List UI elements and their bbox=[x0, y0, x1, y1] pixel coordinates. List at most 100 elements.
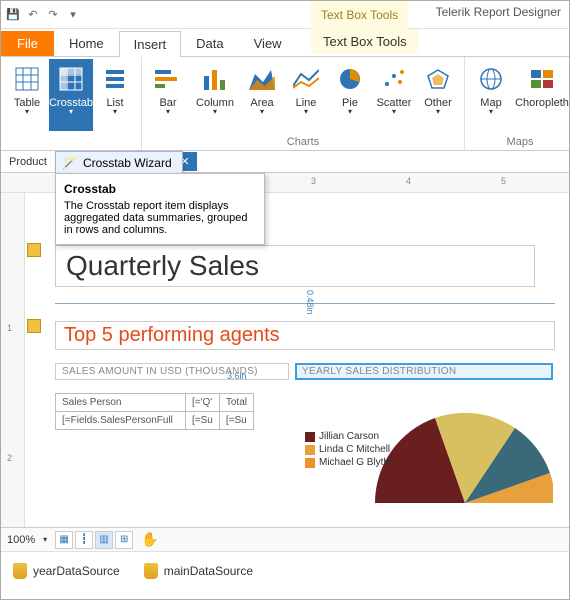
datasource-icon bbox=[144, 563, 158, 579]
map-icon bbox=[477, 65, 505, 93]
column-button[interactable]: Column▾ bbox=[190, 59, 240, 131]
legend-item: Michael G Blythe bbox=[305, 457, 395, 468]
measure-vertical: 0.48in bbox=[305, 290, 315, 315]
column-chart-icon bbox=[201, 65, 229, 93]
sales-table[interactable]: Sales Person [='Q' Total [=Fields.SalesP… bbox=[55, 393, 254, 430]
snap-lines-button[interactable]: ┇ bbox=[75, 531, 93, 549]
area-chart-icon bbox=[248, 65, 276, 93]
table-header: Total bbox=[219, 394, 253, 412]
contextual-tools-label: Text Box Tools bbox=[311, 1, 408, 29]
table-icon bbox=[13, 65, 41, 93]
tab-textbox-tools[interactable]: Text Box Tools bbox=[311, 29, 419, 54]
scatter-chart-icon bbox=[380, 65, 408, 93]
ruler-tick: 4 bbox=[406, 176, 411, 186]
table-row: [=Fields.SalesPersonFull [=Su [=Su bbox=[56, 412, 254, 430]
choropleth-label: Choropleth bbox=[515, 97, 569, 109]
tab-view[interactable]: View bbox=[239, 30, 297, 56]
pie-chart-icon bbox=[336, 65, 364, 93]
chart-legend: Jillian Carson Linda C Mitchell Michael … bbox=[305, 431, 395, 470]
table-header: Sales Person bbox=[56, 394, 186, 412]
save-icon[interactable]: 💾 bbox=[5, 7, 21, 23]
band-icon[interactable] bbox=[27, 243, 41, 257]
crosstab-icon bbox=[57, 65, 85, 93]
ruler-vertical: 1 2 bbox=[1, 193, 25, 527]
legend-item: Linda C Mitchell bbox=[305, 444, 395, 455]
list-icon bbox=[101, 65, 129, 93]
scatter-button[interactable]: Scatter▾ bbox=[372, 59, 416, 131]
ruler-tick: 3 bbox=[311, 176, 316, 186]
ribbon-tab-strip: File Home Insert Data View Text Box Tool… bbox=[1, 29, 569, 57]
legend-label: Linda C Mitchell bbox=[319, 444, 390, 455]
bar-button[interactable]: Bar▾ bbox=[146, 59, 190, 131]
table-cell: [=Su bbox=[219, 412, 253, 430]
line-chart-icon bbox=[292, 65, 320, 93]
show-grid-button[interactable]: ▥ bbox=[95, 531, 113, 549]
chevron-down-icon: ▾ bbox=[25, 109, 29, 115]
legend-label: Jillian Carson bbox=[319, 431, 379, 442]
legend-swatch bbox=[305, 432, 315, 442]
datasource-label: yearDataSource bbox=[33, 564, 120, 578]
qat-dropdown-icon[interactable]: ▾ bbox=[65, 7, 81, 23]
crosstab-button[interactable]: Crosstab▾ bbox=[49, 59, 93, 131]
pan-icon[interactable]: ✋ bbox=[141, 531, 158, 548]
quick-access-toolbar: 💾 ↶ ↷ ▾ bbox=[5, 7, 81, 23]
file-tab[interactable]: File bbox=[1, 31, 54, 56]
area-button[interactable]: Area▾ bbox=[240, 59, 284, 131]
legend-label: Michael G Blythe bbox=[319, 457, 395, 468]
other-button[interactable]: Other▾ bbox=[416, 59, 460, 131]
wizard-icon: 🪄 bbox=[62, 156, 77, 170]
ribbon-group-maps: Map▾ Choropleth Maps bbox=[465, 57, 570, 150]
line-button[interactable]: Line▾ bbox=[284, 59, 328, 131]
list-button[interactable]: List▾ bbox=[93, 59, 137, 131]
zoom-dropdown-icon[interactable]: ▾ bbox=[43, 535, 47, 544]
ribbon-body: Table▾ Crosstab▾ List▾ Bar▾ Column▾ Area… bbox=[1, 57, 569, 151]
snap-grid-button[interactable]: ▦ bbox=[55, 531, 73, 549]
report-title-textbox[interactable]: Quarterly Sales bbox=[55, 245, 535, 287]
tab-home[interactable]: Home bbox=[54, 30, 119, 56]
table-header: [='Q' bbox=[186, 394, 220, 412]
undo-icon[interactable]: ↶ bbox=[25, 7, 41, 23]
other-chart-icon bbox=[424, 65, 452, 93]
pie-button[interactable]: Pie▾ bbox=[328, 59, 372, 131]
table-cell: [=Su bbox=[186, 412, 220, 430]
tooltip-body: The Crosstab report item displays aggreg… bbox=[64, 200, 256, 236]
legend-swatch bbox=[305, 445, 315, 455]
panel-left-label[interactable]: SALES AMOUNT IN USD (THOUSANDS) bbox=[55, 363, 289, 380]
choropleth-button[interactable]: Choropleth bbox=[513, 59, 570, 131]
dimensions-button[interactable]: ⊞ bbox=[115, 531, 133, 549]
group-label-datatables bbox=[5, 148, 137, 150]
table-row: Sales Person [='Q' Total bbox=[56, 394, 254, 412]
map-button[interactable]: Map▾ bbox=[469, 59, 513, 131]
datasource-item[interactable]: yearDataSource bbox=[13, 563, 120, 579]
status-bar: 100% ▾ ▦ ┇ ▥ ⊞ ✋ bbox=[1, 527, 569, 551]
table-cell: [=Fields.SalesPersonFull bbox=[56, 412, 186, 430]
bar-chart-icon bbox=[154, 65, 182, 93]
tooltip-title: Crosstab bbox=[64, 182, 256, 196]
crosstab-tooltip: Crosstab The Crosstab report item displa… bbox=[55, 173, 265, 245]
ribbon-group-data-tables: Table▾ Crosstab▾ List▾ bbox=[1, 57, 142, 150]
datasource-icon bbox=[13, 563, 27, 579]
tab-data[interactable]: Data bbox=[181, 30, 238, 56]
group-label-charts: Charts bbox=[146, 136, 460, 150]
doc-tab-product[interactable]: Product bbox=[1, 153, 55, 171]
datasource-item[interactable]: mainDataSource bbox=[144, 563, 253, 579]
zoom-level[interactable]: 100% bbox=[7, 534, 35, 546]
redo-icon[interactable]: ↷ bbox=[45, 7, 61, 23]
view-mode-buttons: ▦ ┇ ▥ ⊞ bbox=[55, 531, 133, 549]
wizard-label: Crosstab Wizard bbox=[83, 156, 172, 170]
legend-item: Jillian Carson bbox=[305, 431, 395, 442]
chevron-down-icon: ▾ bbox=[69, 109, 73, 115]
app-title: Telerik Report Designer bbox=[436, 5, 561, 19]
ruler-tick: 2 bbox=[7, 453, 12, 463]
band-icon[interactable] bbox=[27, 319, 41, 333]
legend-swatch bbox=[305, 458, 315, 468]
section-title-textbox[interactable]: Top 5 performing agents bbox=[55, 321, 555, 350]
tab-insert[interactable]: Insert bbox=[119, 31, 182, 57]
group-label-maps: Maps bbox=[469, 136, 570, 150]
datasource-bar: yearDataSource mainDataSource bbox=[1, 551, 569, 589]
pie-chart[interactable]: Jillian Carson Linda C Mitchell Michael … bbox=[295, 393, 553, 503]
ribbon-group-charts: Bar▾ Column▾ Area▾ Line▾ Pie▾ Scatter▾ O… bbox=[142, 57, 465, 150]
panel-right-label[interactable]: YEARLY SALES DISTRIBUTION bbox=[295, 363, 553, 380]
crosstab-wizard-item[interactable]: 🪄 Crosstab Wizard bbox=[55, 151, 183, 175]
table-button[interactable]: Table▾ bbox=[5, 59, 49, 131]
